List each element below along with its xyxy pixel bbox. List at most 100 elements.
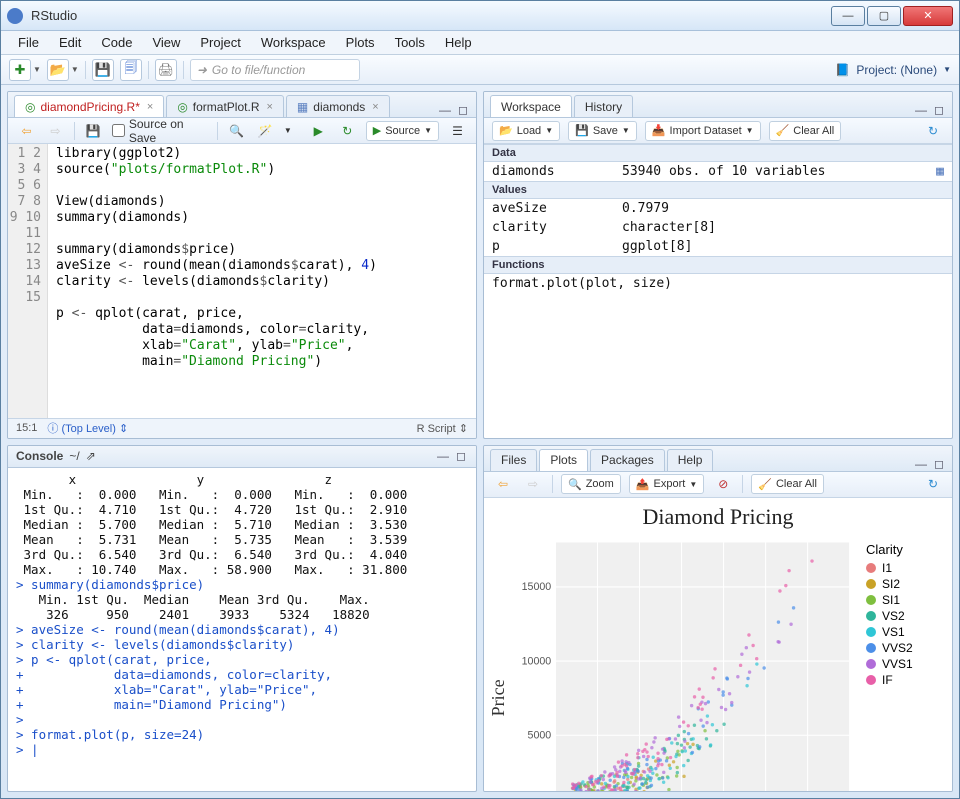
ws-item-clarity[interactable]: claritycharacter[8] (484, 218, 952, 237)
chevron-down-icon[interactable]: ▼ (284, 126, 292, 135)
broom-icon: 🧹 (758, 478, 772, 491)
legend-swatch (866, 595, 876, 605)
chevron-down-icon[interactable]: ▼ (33, 65, 41, 74)
back-arrow-icon[interactable]: ⇦ (16, 121, 37, 141)
next-plot-icon[interactable]: ⇨ (522, 474, 544, 494)
run-line-button[interactable]: ▶ (308, 121, 329, 141)
tab-label: Help (678, 453, 703, 467)
menu-help[interactable]: Help (436, 33, 481, 52)
maximize-pane-icon[interactable]: ◻ (932, 103, 946, 117)
wand-icon[interactable]: 🪄 (255, 121, 276, 141)
close-icon[interactable]: × (266, 101, 272, 113)
legend-swatch (866, 563, 876, 573)
print-button[interactable]: 🖨 (155, 59, 177, 81)
menu-file[interactable]: File (9, 33, 48, 52)
menu-project[interactable]: Project (191, 33, 249, 52)
chevron-down-icon[interactable]: ▼ (71, 65, 79, 74)
source-on-save-checkbox[interactable]: Source on Save (112, 117, 209, 145)
tab-plots[interactable]: Plots (539, 449, 588, 471)
rstudio-logo-icon (7, 8, 23, 24)
minimize-pane-icon[interactable]: — (436, 449, 450, 463)
save-button[interactable]: 💾 (92, 59, 114, 81)
minimize-pane-icon[interactable]: — (438, 103, 452, 117)
tab-label: Workspace (501, 100, 561, 114)
close-button[interactable]: ✕ (903, 6, 953, 26)
popup-icon[interactable]: ⇗ (86, 449, 96, 463)
zoom-plot-button[interactable]: 🔍Zoom (561, 474, 621, 494)
label: Clear All (793, 125, 834, 137)
menu-edit[interactable]: Edit (50, 33, 90, 52)
section-data: Data (484, 144, 952, 162)
clear-workspace-button[interactable]: 🧹Clear All (769, 121, 842, 141)
source-script-button[interactable]: ▶ Source ▼ (366, 121, 439, 141)
export-plot-button[interactable]: 📤Export▼ (629, 474, 704, 494)
ws-item-formatplot[interactable]: format.plot(plot, size) (484, 274, 952, 293)
menu-tools[interactable]: Tools (386, 33, 434, 52)
minimize-pane-icon[interactable]: — (914, 103, 928, 117)
legend-label: SI1 (882, 593, 900, 607)
find-icon[interactable]: 🔍 (226, 121, 247, 141)
tab-workspace[interactable]: Workspace (490, 95, 572, 117)
outline-icon[interactable]: ☰ (447, 121, 468, 141)
legend-swatch (866, 643, 876, 653)
save-workspace-button[interactable]: 💾Save▼ (568, 121, 637, 141)
tab-history[interactable]: History (574, 95, 633, 117)
legend-label: SI2 (882, 577, 900, 591)
maximize-pane-icon[interactable]: ◻ (454, 449, 468, 463)
rerun-button[interactable]: ↻ (337, 121, 358, 141)
tab-formatplot[interactable]: ◎ formatPlot.R × (166, 95, 284, 117)
tab-label: Packages (601, 453, 654, 467)
refresh-icon[interactable]: ↻ (922, 474, 944, 494)
source-label: Source (385, 125, 420, 137)
forward-arrow-icon[interactable]: ⇨ (45, 121, 66, 141)
ws-item-diamonds[interactable]: diamonds53940 obs. of 10 variables▦ (484, 162, 952, 181)
refresh-icon[interactable]: ↻ (922, 121, 944, 141)
menu-plots[interactable]: Plots (337, 33, 384, 52)
save-all-button[interactable]: 🗐 (120, 59, 142, 81)
console-body[interactable]: x y z Min. : 0.000 Min. : 0.000 Min. : 0… (8, 468, 476, 792)
maximize-pane-icon[interactable]: ◻ (932, 457, 946, 471)
prev-plot-icon[interactable]: ⇦ (492, 474, 514, 494)
maximize-pane-icon[interactable]: ◻ (456, 103, 470, 117)
scope-indicator[interactable]: ⓘ (Top Level) ⇕ (47, 420, 128, 436)
plot-area: Diamond Pricing Price 0.00.51.01.52.02.5… (484, 498, 952, 792)
tab-diamondpricing[interactable]: ◎ diamondPricing.R* × (14, 95, 164, 117)
legend-label: VVS1 (882, 657, 913, 671)
new-file-button[interactable]: ✚ (9, 59, 31, 81)
maximize-button[interactable]: ▢ (867, 6, 901, 26)
tab-files[interactable]: Files (490, 449, 537, 471)
save-file-icon[interactable]: 💾 (83, 121, 104, 141)
window-title: RStudio (31, 8, 831, 23)
ws-item-avesize[interactable]: aveSize0.7979 (484, 199, 952, 218)
legend-swatch (866, 627, 876, 637)
language-indicator[interactable]: R Script ⇕ (417, 422, 468, 435)
project-selector[interactable]: 📘 Project: (None) ▼ (835, 63, 951, 77)
tab-diamonds-data[interactable]: ▦ diamonds × (286, 95, 390, 117)
remove-plot-icon[interactable]: ⊘ (712, 474, 734, 494)
workspace-toolbar: 📂Load▼ 💾Save▼ 📥Import Dataset▼ 🧹Clear Al… (484, 118, 952, 144)
open-file-button[interactable]: 📂 (47, 59, 69, 81)
minimize-pane-icon[interactable]: — (914, 457, 928, 471)
plot-container: Price 0.00.51.01.52.02.53.03.55000100001… (484, 532, 952, 792)
goto-file-function-input[interactable]: ➜ Go to file/function (190, 59, 360, 81)
clear-plots-button[interactable]: 🧹Clear All (751, 474, 824, 494)
zoom-icon: 🔍 (568, 478, 582, 491)
import-dataset-button[interactable]: 📥Import Dataset▼ (645, 121, 761, 141)
menu-code[interactable]: Code (92, 33, 141, 52)
table-icon[interactable]: ▦ (936, 164, 944, 179)
menu-view[interactable]: View (143, 33, 189, 52)
menu-workspace[interactable]: Workspace (252, 33, 335, 52)
close-icon[interactable]: × (372, 101, 378, 113)
source-editor[interactable]: 1 2 3 4 5 6 7 8 9 10 11 12 13 14 15 libr… (8, 144, 476, 418)
source-on-save-input[interactable] (112, 124, 125, 137)
close-icon[interactable]: × (147, 101, 153, 113)
tab-packages[interactable]: Packages (590, 449, 665, 471)
ws-item-p[interactable]: pggplot[8] (484, 237, 952, 256)
minimize-button[interactable]: — (831, 6, 865, 26)
load-workspace-button[interactable]: 📂Load▼ (492, 121, 560, 141)
code-area[interactable]: library(ggplot2) source("plots/formatPlo… (48, 144, 476, 418)
separator (742, 475, 743, 493)
tab-label: Plots (550, 453, 577, 467)
tab-label: diamonds (313, 100, 365, 114)
tab-help-pane[interactable]: Help (667, 449, 714, 471)
